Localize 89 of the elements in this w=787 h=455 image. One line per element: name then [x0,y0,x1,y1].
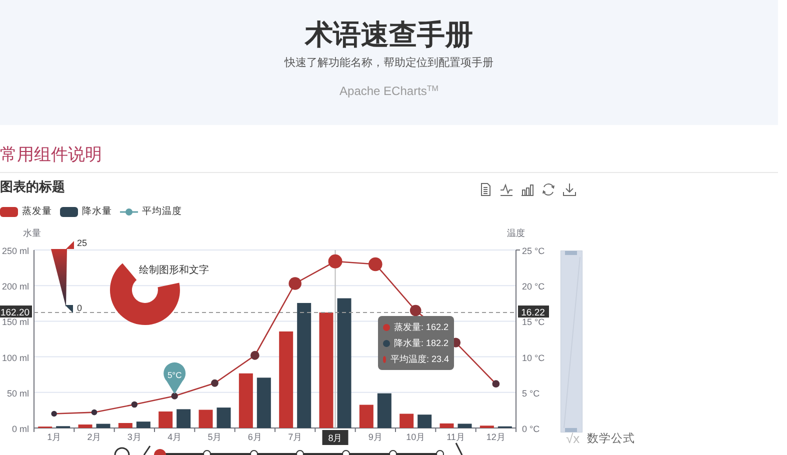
bar [176,409,191,428]
data-point [131,401,138,408]
axis-label: 9月 [368,432,382,442]
page-subtitle: 快速了解功能名称，帮助定位到配置项手册 [283,56,494,71]
bar [458,424,472,428]
axis-label: 3月 [127,432,142,442]
legend-label[interactable]: 平均温度 [142,204,182,220]
axis-label: 25 °C [522,246,545,256]
axis-label: 7月 [288,432,302,442]
chart-title: 图表的标题 [0,178,65,196]
axis-label: 5 °C [522,388,540,398]
axis-label: 50 ml [6,388,29,398]
axis-label: 2月 [87,432,102,442]
data-point [368,257,382,272]
markline-label: 16.22 [518,306,549,319]
axis-title: 水量 [23,228,41,238]
legend-swatch[interactable] [0,207,18,217]
data-point [171,392,178,400]
timeline-drawing[interactable] [114,442,463,455]
data-zoom-slider[interactable] [560,250,582,432]
axis-label: 20 °C [522,282,545,292]
bar [400,414,414,428]
bar [238,373,253,428]
visual-map-label: 25 [77,238,88,248]
visual-map-handle[interactable] [65,305,73,313]
bar [418,414,432,428]
bar [359,404,374,428]
formula-label: 数学公式 [587,433,635,445]
axis-label: 0 ml [12,424,29,434]
data-point [288,277,302,290]
axis-label: 150 ml [2,317,29,328]
x-tick-label: 8月 [328,433,342,443]
legend-label[interactable]: 降水量 [82,204,112,220]
axis-label: 200 ml [2,282,29,292]
data-point [410,304,422,316]
bar [256,378,271,428]
bar [216,408,231,428]
axis-label: 6月 [248,432,262,442]
axis-label: 11月 [446,432,465,442]
download-icon[interactable] [563,182,576,196]
refresh-icon[interactable] [542,182,555,196]
bar [198,410,213,428]
tooltip-text: 平均温度: 23.4 [390,353,449,366]
data-point [492,380,500,388]
bar [480,426,494,428]
section-heading: 常用组件说明 [0,145,102,164]
legend-swatch[interactable] [60,207,78,217]
bar [136,422,150,428]
axis-label: 10 °C [522,352,545,363]
axis-label: 12月 [486,432,506,442]
tooltip-text: 降水量: 182.2 [394,337,449,350]
graphic-label: 绘制图形和文字 [139,265,209,276]
data-point [328,254,342,268]
axis-pointer-label: 8月 [322,430,348,445]
axis-label: 5月 [208,432,222,442]
bar [96,424,110,428]
brand-text: Apache ECharts$^{TM}$ [340,83,438,100]
line-chart-icon[interactable] [500,182,513,196]
visual-map-label: 0 [77,303,82,313]
markline-label: 162.20 [0,306,32,319]
data-point [91,409,98,416]
data-point [250,350,260,360]
annotation: 5°C [167,370,182,380]
data-point [51,410,57,417]
axis-label: 10月 [406,432,426,442]
data-view-icon[interactable] [479,182,492,196]
axis-label: 1月 [47,432,62,442]
marker-pin: 5°C [164,362,186,394]
axis-label: 250 ml [2,246,29,256]
visual-map-bar [51,249,67,307]
data-point [211,379,218,387]
bar [158,411,173,428]
bar-chart-icon[interactable] [521,182,534,196]
formula-icon: √x [566,431,580,446]
bar [78,424,92,428]
bar [440,423,454,428]
donut-shape [110,263,180,326]
axis-label: 4月 [168,432,182,442]
page-title: 术语速查手册 [304,18,474,52]
axis-title: 温度 [507,228,525,238]
axis-label: 100 ml [2,352,29,363]
tooltip-text: 蒸发量: 162.2 [394,321,449,334]
bar [118,423,132,428]
visual-map-handle[interactable] [66,241,74,249]
axis-label: 15 °C [522,317,545,328]
axis-label: 0 °C [522,424,540,434]
legend-label[interactable]: 蒸发量 [22,204,52,220]
legend-swatch[interactable] [120,207,138,217]
bar [377,393,392,428]
